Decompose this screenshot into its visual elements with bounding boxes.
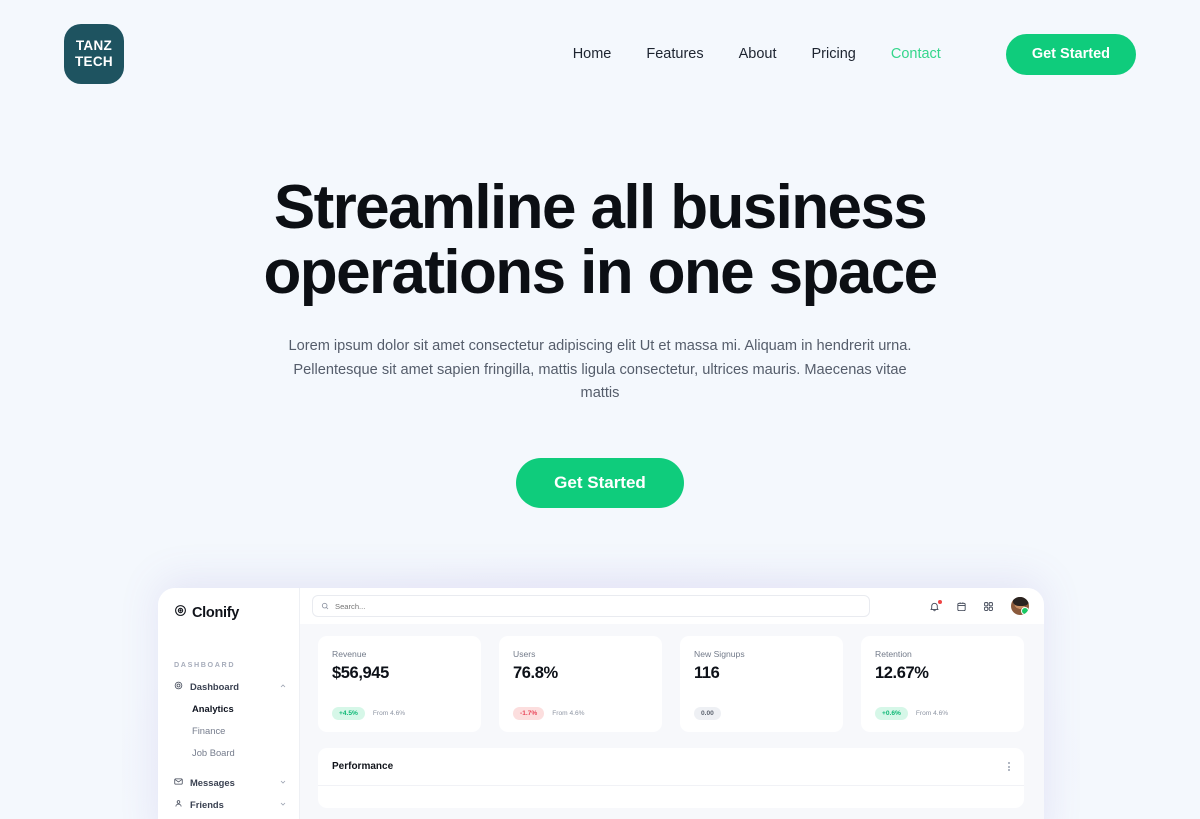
sidebar-item-friends[interactable]: Friends [158,793,299,815]
sidebar-subitem-analytics[interactable]: Analytics [158,697,299,719]
hero-subtext: Lorem ipsum dolor sit amet consectetur a… [288,338,912,402]
stat-card-row: Revenue $56,945 +4.5% From 4.6% Users 76… [318,636,1024,732]
logo-line-2: TECH [75,54,113,69]
status-badge: 0.00 [694,707,721,720]
hero-get-started-button[interactable]: Get Started [516,458,684,509]
landing-page: TANZ TECH Home Features About Pricing Co… [0,0,1200,819]
nav-link-pricing[interactable]: Pricing [812,46,856,62]
status-badge: +0.6% [875,707,908,720]
nav-link-features[interactable]: Features [646,46,703,62]
envelope-icon [174,777,183,788]
chevron-up-icon [279,681,287,692]
hero-headline-line-2: operations in one space [263,238,939,308]
calendar-icon[interactable] [956,601,967,612]
site-header: TANZ TECH Home Features About Pricing Co… [0,0,1200,108]
sidebar-item-messages[interactable]: Messages [158,771,299,793]
stat-card-new-signups: New Signups 116 0.00 [680,636,843,732]
nav-link-about[interactable]: About [739,46,777,62]
sidebar-item-dashboard[interactable]: Dashboard [158,675,299,697]
stat-card-footer: -1.7% From 4.6% [513,707,648,720]
stat-card-from: From 4.6% [552,710,585,717]
notification-badge [938,599,942,604]
dashboard-mockup: Clonify DASHBOARD Dashboard Analytics Fi… [158,588,1044,819]
stat-card-revenue: Revenue $56,945 +4.5% From 4.6% [318,636,481,732]
sidebar-item-label: Messages [190,776,235,788]
performance-panel-title: Performance [332,761,394,772]
dashboard-topbar [300,588,1044,624]
dashboard-brand-name: Clonify [192,605,240,621]
main-navigation: Home Features About Pricing Contact Get … [573,33,1136,75]
bell-icon[interactable] [929,599,942,612]
stat-card-from: From 4.6% [915,710,949,717]
grid-apps-icon[interactable] [983,601,994,612]
stat-card-value: $56,945 [332,664,389,682]
dashboard-content: Revenue $56,945 +4.5% From 4.6% Users 76… [300,624,1044,808]
nav-link-home[interactable]: Home [573,46,612,62]
sidebar-subitem-job-board[interactable]: Job Board [158,741,299,763]
stat-card-from: From 4.6% [372,710,406,717]
performance-panel-header: Performance [318,748,1024,786]
avatar[interactable] [1010,596,1030,616]
target-icon [174,681,183,692]
hero-section: Streamline all business operations in on… [0,175,1200,509]
stat-card-footer: +4.5% From 4.6% [332,707,467,720]
stat-card-value: 76.8% [513,664,558,682]
stat-card-label: Revenue [332,649,367,659]
nav-link-contact[interactable]: Contact [891,46,941,62]
search-icon [321,597,329,615]
stat-card-retention: Retention 12.67% +0.6% From 4.6% [861,636,1024,732]
search-input[interactable] [335,601,861,611]
sidebar-subitem-finance[interactable]: Finance [158,719,299,741]
kebab-menu-icon[interactable] [1008,762,1010,771]
hero-headline-line-1: Streamline all business [273,173,928,242]
stat-card-value: 116 [694,664,720,682]
sidebar-section-label: DASHBOARD [174,660,236,669]
search-field[interactable] [312,595,870,617]
stat-card-label: New Signups [694,649,745,659]
header-get-started-button[interactable]: Get Started [1005,33,1136,75]
chevron-down-icon [279,777,287,788]
logo[interactable]: TANZ TECH [64,24,124,84]
stat-card-footer: 0.00 [694,707,829,720]
dashboard-main: Revenue $56,945 +4.5% From 4.6% Users 76… [300,588,1044,819]
sidebar-item-label: Dashboard [190,680,239,692]
target-icon [174,604,187,622]
stat-card-label: Users [513,649,536,659]
chevron-down-icon [279,799,287,810]
hero-headline: Streamline all business operations in on… [0,175,1200,305]
dashboard-sidebar: Clonify DASHBOARD Dashboard Analytics Fi… [158,588,300,819]
logo-line-1: TANZ [75,37,113,53]
stat-card-footer: +0.6% From 4.6% [875,707,1010,720]
person-icon [174,799,183,810]
stat-card-users: Users 76.8% -1.7% From 4.6% [499,636,662,732]
stat-card-label: Retention [875,649,912,659]
status-badge: -1.7% [513,707,545,720]
dashboard-brand[interactable]: Clonify [158,602,299,624]
stat-card-value: 12.67% [875,664,929,682]
performance-panel: Performance [318,748,1024,808]
sidebar-item-label: Friends [190,798,224,810]
topbar-icons [929,596,1030,616]
status-badge: +4.5% [332,707,365,720]
